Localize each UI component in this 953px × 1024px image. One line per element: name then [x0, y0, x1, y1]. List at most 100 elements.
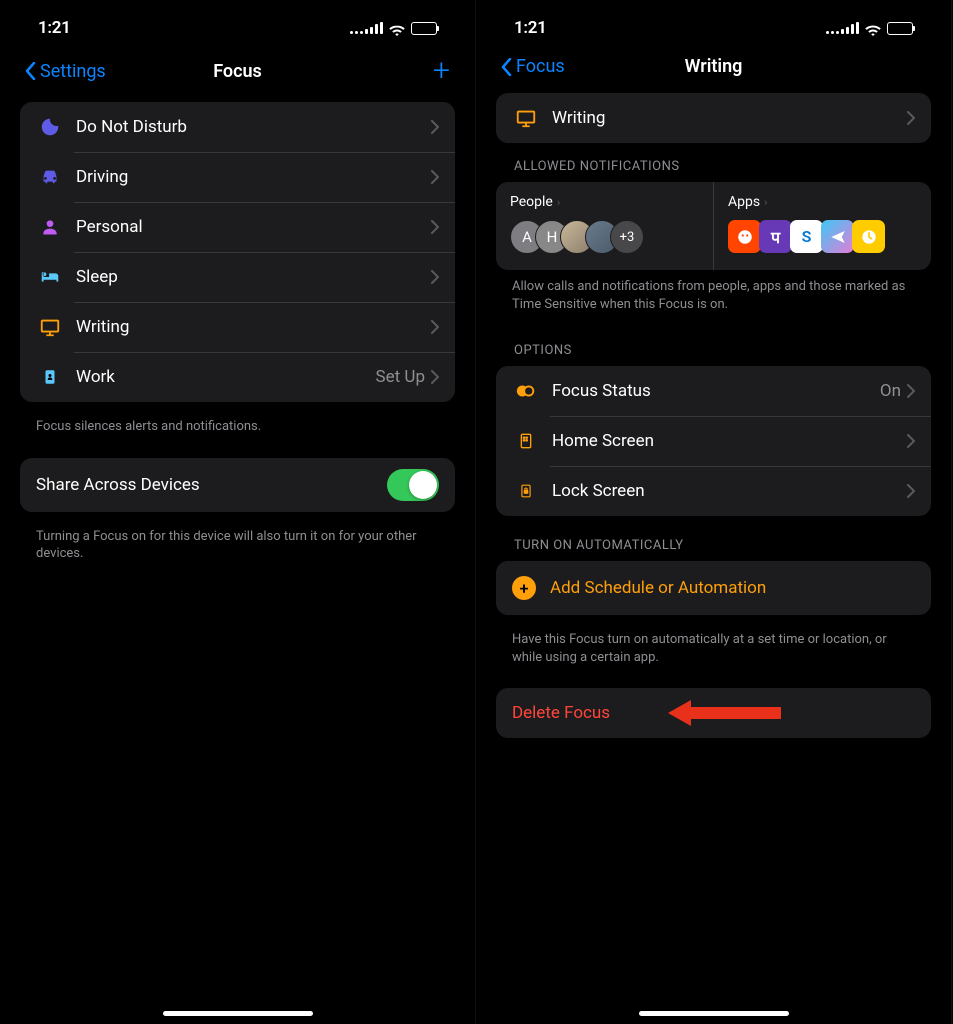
display-icon	[512, 104, 540, 132]
chevron-right-icon	[431, 320, 439, 334]
chevron-right-icon: ›	[557, 196, 560, 209]
home-indicator[interactable]	[163, 1011, 313, 1016]
row-label: Writing	[76, 317, 431, 337]
status-icons	[350, 21, 437, 35]
chevron-right-icon	[431, 120, 439, 134]
chevron-left-icon	[25, 62, 36, 80]
chevron-right-icon	[431, 370, 439, 384]
allowed-footer: Allow calls and notifications from peopl…	[496, 270, 931, 335]
page-title: Writing	[685, 56, 743, 77]
row-label: Sleep	[76, 267, 431, 287]
delete-label: Delete Focus	[512, 703, 610, 723]
focus-row-writing[interactable]: Writing	[20, 302, 455, 352]
row-label: Home Screen	[552, 431, 907, 451]
right-phone: 1:21 Focus Writing Writing	[476, 0, 952, 1024]
back-button[interactable]: Focus	[501, 56, 565, 77]
status-time: 1:21	[514, 18, 547, 38]
chevron-right-icon	[907, 434, 915, 448]
row-trailing: Set Up	[376, 367, 425, 387]
wifi-icon	[388, 21, 406, 35]
battery-icon	[411, 22, 437, 35]
option-row-lock-screen[interactable]: Lock Screen	[496, 466, 931, 516]
chevron-right-icon	[431, 220, 439, 234]
focus-row-personal[interactable]: Personal	[20, 202, 455, 252]
add-label: Add Schedule or Automation	[550, 578, 766, 598]
moon-icon	[36, 113, 64, 141]
auto-header: TURN ON AUTOMATICALLY	[496, 530, 931, 561]
allowed-group: People › A H +3 Apps › प S	[496, 182, 931, 270]
plus-circle-icon: +	[512, 576, 536, 600]
bed-icon	[36, 263, 64, 291]
avatar-stack: A H +3	[510, 220, 699, 254]
page-title: Focus	[213, 61, 262, 82]
name-group: Writing	[496, 93, 931, 143]
chevron-right-icon: ›	[764, 196, 767, 209]
display-icon	[36, 313, 64, 341]
focus-row-do-not-disturb[interactable]: Do Not Disturb	[20, 102, 455, 152]
delete-group: Delete Focus	[496, 688, 931, 738]
status-icon	[512, 377, 540, 405]
chevron-right-icon	[907, 484, 915, 498]
nav-bar: Focus Writing	[486, 46, 941, 93]
row-label: Lock Screen	[552, 481, 907, 501]
chevron-left-icon	[501, 58, 512, 76]
signal-icon	[826, 22, 859, 34]
left-phone: 1:21 Settings Focus + Do Not Disturb	[0, 0, 476, 1024]
apps-button[interactable]: Apps › प S	[714, 182, 931, 270]
car-icon	[36, 163, 64, 191]
chevron-right-icon	[907, 384, 915, 398]
nav-bar: Settings Focus +	[10, 46, 465, 102]
row-trailing: On	[880, 381, 901, 401]
back-label: Focus	[516, 56, 565, 77]
auto-group: + Add Schedule or Automation	[496, 561, 931, 615]
app-icon	[821, 220, 854, 253]
row-label: Personal	[76, 217, 431, 237]
chevron-right-icon	[907, 111, 915, 125]
focus-list: Do Not Disturb Driving Personal Sleep Wr	[20, 102, 455, 402]
add-schedule-button[interactable]: + Add Schedule or Automation	[496, 561, 931, 615]
focus-name-row[interactable]: Writing	[496, 93, 931, 143]
share-row[interactable]: Share Across Devices	[20, 458, 455, 512]
share-toggle[interactable]	[387, 469, 439, 501]
app-icon: S	[790, 220, 823, 253]
signal-icon	[350, 22, 383, 34]
wifi-icon	[864, 21, 882, 35]
add-button[interactable]: +	[433, 56, 450, 86]
chevron-right-icon	[431, 270, 439, 284]
option-row-focus-status[interactable]: Focus Status On	[496, 366, 931, 416]
focus-row-work[interactable]: Work Set Up	[20, 352, 455, 402]
focus-row-sleep[interactable]: Sleep	[20, 252, 455, 302]
delete-focus-button[interactable]: Delete Focus	[496, 688, 931, 738]
options-group: Focus Status On Home Screen Lock Screen	[496, 366, 931, 516]
row-label: Focus Status	[552, 381, 880, 401]
status-bar: 1:21	[486, 0, 941, 46]
share-label: Share Across Devices	[36, 475, 387, 495]
status-bar: 1:21	[10, 0, 465, 46]
avatar-more: +3	[610, 220, 644, 254]
apps-label: Apps	[728, 194, 760, 210]
status-time: 1:21	[38, 18, 71, 38]
focus-list-footer: Focus silences alerts and notifications.	[20, 410, 455, 458]
people-label: People	[510, 194, 553, 210]
app-icon	[728, 220, 761, 253]
lock-screen-icon	[512, 477, 540, 505]
option-row-home-screen[interactable]: Home Screen	[496, 416, 931, 466]
badge-icon	[36, 363, 64, 391]
person-icon	[36, 213, 64, 241]
battery-icon	[887, 22, 913, 35]
share-group: Share Across Devices	[20, 458, 455, 512]
back-label: Settings	[40, 61, 106, 82]
app-icon: प	[759, 220, 792, 253]
home-indicator[interactable]	[639, 1011, 789, 1016]
people-button[interactable]: People › A H +3	[496, 182, 714, 270]
back-button[interactable]: Settings	[25, 61, 106, 82]
row-label: Do Not Disturb	[76, 117, 431, 137]
row-label: Work	[76, 367, 376, 387]
allowed-header: ALLOWED NOTIFICATIONS	[496, 151, 931, 182]
auto-footer: Have this Focus turn on automatically at…	[496, 623, 931, 688]
options-header: OPTIONS	[496, 335, 931, 366]
row-label: Driving	[76, 167, 431, 187]
app-icon	[852, 220, 885, 253]
chevron-right-icon	[431, 170, 439, 184]
focus-row-driving[interactable]: Driving	[20, 152, 455, 202]
